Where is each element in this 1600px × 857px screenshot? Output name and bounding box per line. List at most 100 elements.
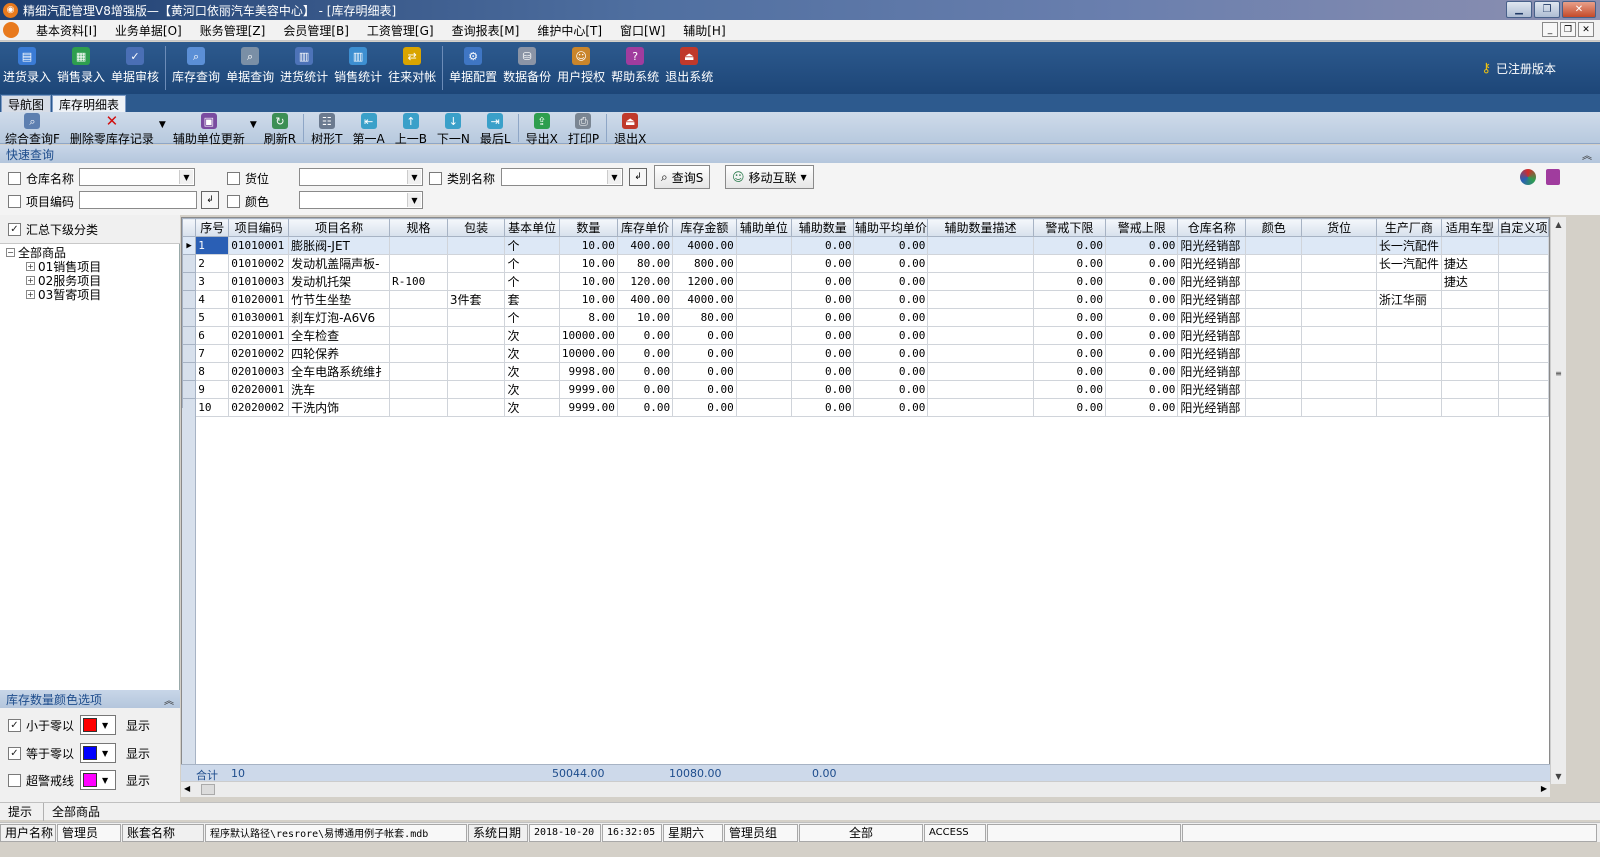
cell-pack[interactable] [446, 380, 506, 399]
mdi-close-icon[interactable]: ✕ [1578, 22, 1594, 37]
dropdown-arrow-icon[interactable]: ▼ [250, 120, 257, 130]
cell-code[interactable]: 02010001 [228, 326, 290, 345]
cell-maker[interactable]: 长一汽配件 [1375, 254, 1442, 273]
scroll-up-icon[interactable]: ▲ [1552, 218, 1565, 231]
column-header-code[interactable]: 项目编码 [228, 218, 290, 237]
cell-unit-price[interactable]: 400.00 [616, 290, 674, 309]
row-indicator[interactable] [182, 308, 197, 327]
cell-aux-unit[interactable] [735, 362, 793, 381]
cell-qty[interactable]: 10.00 [558, 272, 618, 291]
cell-amount[interactable]: 0.00 [672, 344, 737, 363]
cell-color[interactable] [1245, 290, 1303, 309]
cell-qty[interactable]: 9999.00 [558, 398, 618, 417]
cell-spec[interactable] [389, 308, 448, 327]
cell-name[interactable]: 刹车灯泡-A6V6 [288, 308, 391, 327]
cell-maker[interactable] [1375, 308, 1442, 327]
cell-vehicle[interactable] [1440, 326, 1499, 345]
column-header-amount[interactable]: 库存金额 [672, 218, 737, 237]
expand-node-icon[interactable]: + [26, 261, 35, 271]
menu-members[interactable]: 会员管理[B] [274, 22, 358, 39]
cell-name[interactable]: 发动机托架 [288, 272, 391, 291]
cell-color[interactable] [1245, 254, 1303, 273]
cell-name[interactable]: 四轮保养 [288, 344, 391, 363]
cell-spec[interactable] [389, 344, 448, 363]
cell-unit-price[interactable]: 0.00 [616, 326, 674, 345]
cell-unit[interactable]: 次 [504, 326, 560, 345]
tab-navigation[interactable]: 导航图 [1, 95, 52, 112]
cell-alert-low[interactable]: 0.00 [1032, 308, 1107, 327]
dropdown-arrow-icon[interactable]: ▼ [159, 120, 166, 130]
vertical-scrollbar[interactable]: ▲ ≡ ▼ [1550, 217, 1566, 784]
cell-seq[interactable]: 7 [195, 344, 230, 363]
quick-query-header[interactable]: 快速查询 ︽ [0, 145, 1600, 163]
sales-stats-button[interactable]: ▥ 销售统计 [331, 42, 385, 85]
next-record-button[interactable]: ↓ 下一N [432, 112, 475, 147]
cell-aux-desc[interactable] [927, 290, 1034, 309]
expand-node-icon[interactable]: + [26, 289, 35, 299]
cell-color[interactable] [1245, 344, 1303, 363]
cell-aux-unit[interactable] [735, 290, 793, 309]
cell-aux-qty[interactable]: 0.00 [790, 326, 855, 345]
cell-location[interactable] [1301, 380, 1377, 399]
cell-vehicle[interactable] [1440, 380, 1499, 399]
scroll-left-icon[interactable]: ◀ [184, 784, 190, 793]
cell-qty[interactable]: 10000.00 [558, 326, 618, 345]
cell-qty[interactable]: 10000.00 [558, 344, 618, 363]
cell-aux-qty[interactable]: 0.00 [790, 254, 855, 273]
cell-seq[interactable]: 5 [195, 308, 230, 327]
column-header-warehouse[interactable]: 仓库名称 [1177, 218, 1247, 237]
cell-code[interactable]: 01010002 [228, 254, 290, 273]
cell-aux-avg-price[interactable]: 0.00 [853, 290, 929, 309]
cell-amount[interactable]: 1200.00 [672, 272, 737, 291]
cell-aux-desc[interactable] [927, 254, 1034, 273]
cell-pack[interactable] [446, 236, 506, 255]
table-row[interactable]: 9 02020001 洗车次 9999.00 0.00 0.00 0.00 0.00 0.00 0… [182, 380, 1549, 399]
cell-alert-low[interactable]: 0.00 [1032, 290, 1107, 309]
minimize-icon[interactable]: ▁ [1506, 1, 1532, 18]
cell-unit[interactable]: 套 [504, 290, 560, 309]
chevron-down-icon[interactable]: ▼ [407, 170, 421, 184]
cell-aux-avg-price[interactable]: 0.00 [853, 254, 929, 273]
cell-location[interactable] [1301, 272, 1377, 291]
scroll-right-icon[interactable]: ▶ [1541, 784, 1547, 793]
column-header-name[interactable]: 项目名称 [288, 218, 391, 237]
cell-aux-avg-price[interactable]: 0.00 [853, 380, 929, 399]
cell-amount[interactable]: 0.00 [672, 380, 737, 399]
cell-seq[interactable]: 8 [195, 362, 230, 381]
cell-custom[interactable] [1497, 236, 1549, 255]
item-code-input[interactable] [79, 191, 197, 209]
cell-code[interactable]: 01030001 [228, 308, 290, 327]
cell-unit[interactable]: 次 [504, 344, 560, 363]
chevron-down-icon[interactable]: ▼ [407, 193, 421, 207]
cell-location[interactable] [1301, 362, 1377, 381]
inventory-query-button[interactable]: ⌕ 库存查询 [169, 42, 223, 85]
cell-aux-qty[interactable]: 0.00 [790, 272, 855, 291]
row-indicator[interactable] [182, 380, 197, 399]
cell-vehicle[interactable]: 捷达 [1440, 272, 1499, 291]
cell-spec[interactable] [389, 236, 448, 255]
cell-warehouse[interactable]: 阳光经销部 [1177, 308, 1247, 327]
column-header-aux-unit[interactable]: 辅助单位 [735, 218, 793, 237]
print-button[interactable]: ⎙ 打印P [563, 112, 604, 147]
expand-node-icon[interactable]: + [26, 275, 35, 285]
cell-code[interactable]: 02020002 [228, 398, 290, 417]
cell-aux-avg-price[interactable]: 0.00 [853, 362, 929, 381]
cell-aux-desc[interactable] [927, 362, 1034, 381]
cell-aux-avg-price[interactable]: 0.00 [853, 326, 929, 345]
cell-alert-low[interactable]: 0.00 [1032, 362, 1107, 381]
cell-location[interactable] [1301, 254, 1377, 273]
tree-node-consignment[interactable]: + 03暂寄项目 [0, 287, 180, 302]
cell-alert-high[interactable]: 0.00 [1105, 344, 1179, 363]
cell-aux-qty[interactable]: 0.00 [790, 290, 855, 309]
cell-alert-high[interactable]: 0.00 [1105, 308, 1179, 327]
cell-custom[interactable] [1497, 254, 1549, 273]
cell-seq[interactable]: 10 [195, 398, 230, 417]
document-audit-button[interactable]: ✓ 单据审核 [108, 42, 162, 85]
cell-alert-low[interactable]: 0.00 [1032, 272, 1107, 291]
table-row[interactable]: 8 02010003 全车电路系统维扌次 9998.00 0.00 0.00 0.00 0.0… [182, 362, 1549, 381]
cell-alert-low[interactable]: 0.00 [1032, 326, 1107, 345]
cell-color[interactable] [1245, 272, 1303, 291]
cell-aux-qty[interactable]: 0.00 [790, 362, 855, 381]
warehouse-combo[interactable]: ▼ [79, 168, 195, 186]
cell-qty[interactable]: 10.00 [558, 254, 618, 273]
